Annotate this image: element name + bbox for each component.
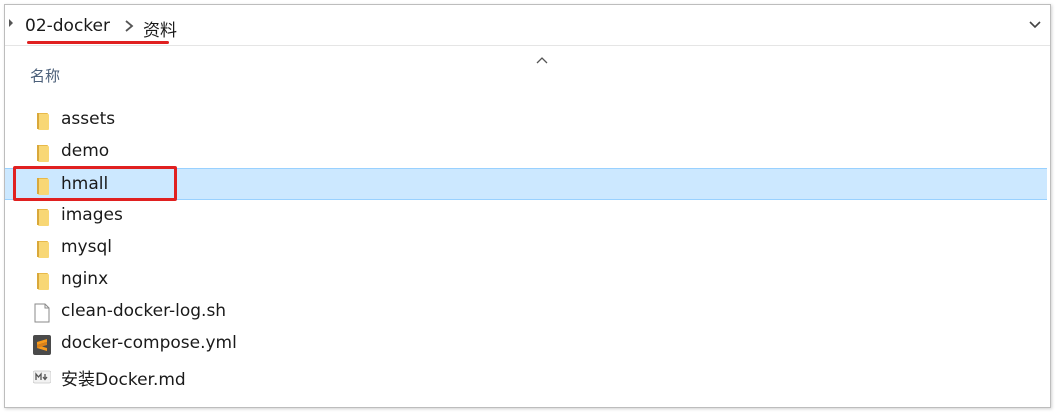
- breadcrumb-item-materials[interactable]: 资料: [143, 16, 177, 41]
- address-expand-icon[interactable]: [9, 19, 13, 27]
- file-name: docker-compose.yml: [61, 333, 237, 353]
- annotation-underline: [27, 41, 169, 44]
- file-list: assets demo hmall images mysql nginx cle…: [5, 104, 1050, 392]
- sort-ascending-icon[interactable]: [535, 55, 549, 65]
- list-item[interactable]: images: [5, 200, 1047, 232]
- file-explorer-window: 02-docker 资料 名称 assets demo hmall images…: [4, 4, 1051, 408]
- column-header-name[interactable]: 名称: [30, 65, 60, 86]
- list-item[interactable]: clean-docker-log.sh: [5, 296, 1047, 328]
- annotation-highlight-box: [13, 166, 177, 201]
- file-name: images: [61, 205, 123, 225]
- folder-icon: [37, 145, 49, 162]
- folder-icon: [37, 209, 49, 226]
- file-name: nginx: [61, 269, 109, 289]
- sublime-text-icon: [33, 335, 51, 355]
- chevron-right-icon[interactable]: [123, 19, 135, 33]
- list-item[interactable]: assets: [5, 104, 1047, 136]
- chevron-down-icon[interactable]: [1028, 19, 1042, 31]
- file-name: clean-docker-log.sh: [61, 301, 227, 321]
- list-item[interactable]: demo: [5, 136, 1047, 168]
- breadcrumb-item-02-docker[interactable]: 02-docker: [25, 16, 110, 36]
- folder-icon: [37, 113, 49, 130]
- folder-icon: [37, 273, 49, 290]
- list-item[interactable]: mysql: [5, 232, 1047, 264]
- file-name: demo: [61, 141, 110, 161]
- file-name: mysql: [61, 237, 112, 257]
- list-item[interactable]: 安装Docker.md: [5, 360, 1047, 392]
- folder-icon: [37, 241, 49, 258]
- markdown-icon: [33, 370, 51, 384]
- file-name: assets: [61, 109, 116, 129]
- address-bar[interactable]: 02-docker 资料: [5, 5, 1050, 46]
- file-icon: [34, 303, 50, 323]
- file-name: 安装Docker.md: [61, 370, 186, 390]
- list-item[interactable]: nginx: [5, 264, 1047, 296]
- list-item[interactable]: docker-compose.yml: [5, 328, 1047, 360]
